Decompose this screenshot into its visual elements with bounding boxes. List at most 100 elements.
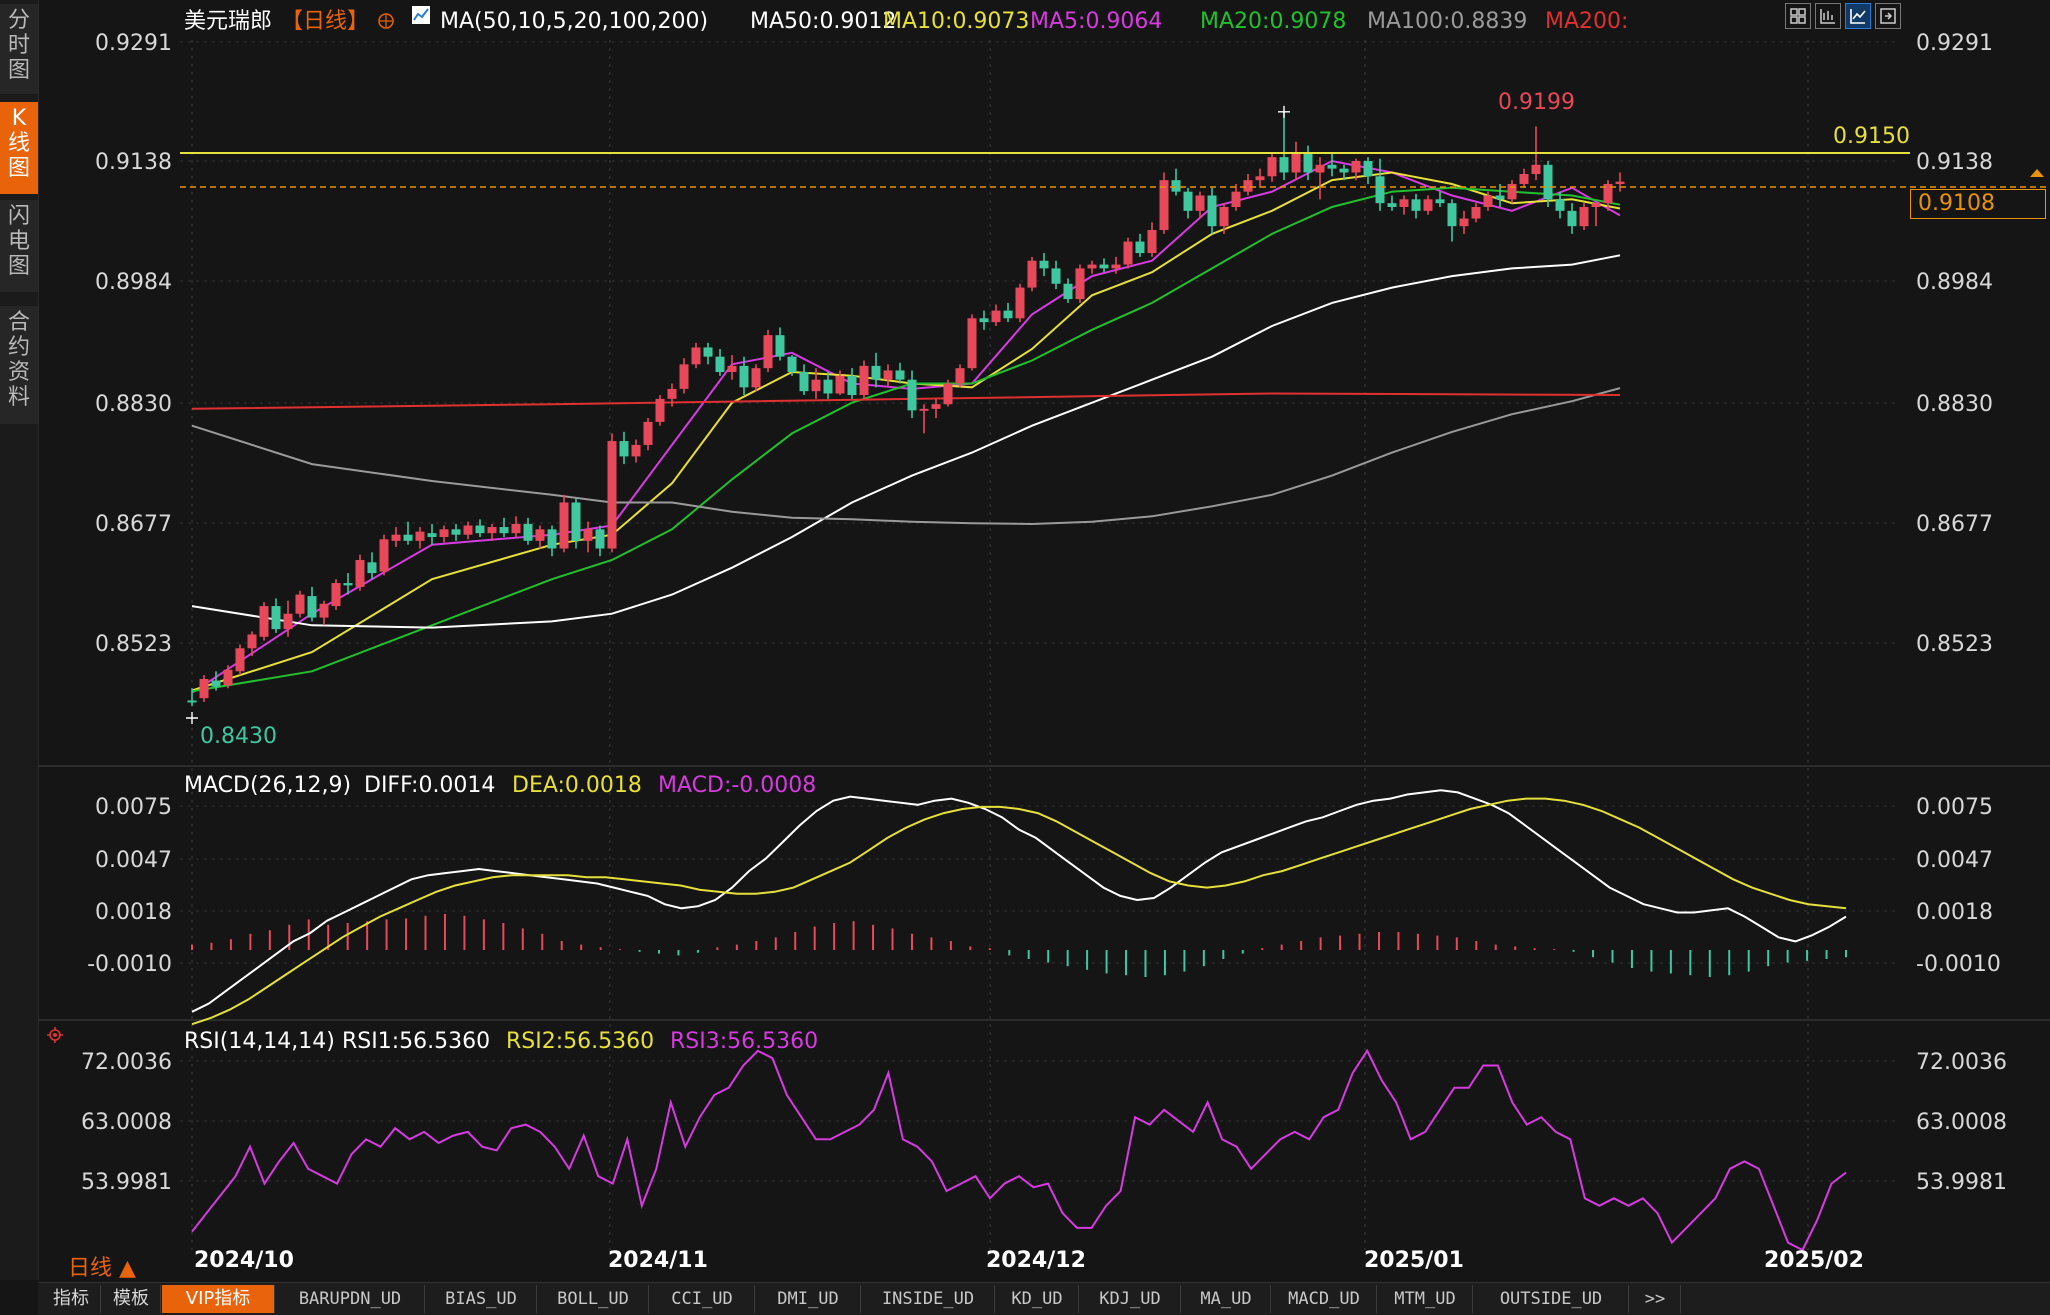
candle-body xyxy=(223,669,233,686)
candle-body xyxy=(1579,207,1589,227)
candle-body xyxy=(511,523,521,534)
candle-body xyxy=(1099,264,1109,269)
price-axis-left-2: 0.8984 xyxy=(95,270,172,295)
candle-body xyxy=(1399,199,1409,207)
candle-body xyxy=(955,368,965,384)
candle-body xyxy=(1279,157,1289,173)
candle-body xyxy=(1495,195,1505,200)
candle-body xyxy=(883,370,893,380)
line-chart-icon[interactable] xyxy=(1845,3,1871,29)
grid-icon[interactable] xyxy=(1785,3,1811,29)
indicator-tab-6[interactable]: CCI_UD xyxy=(650,1285,755,1313)
candle-body xyxy=(1123,241,1133,265)
sidebar-tab-2[interactable]: 闪电图 xyxy=(0,200,38,292)
sidebar-tab-0[interactable]: 分时图 xyxy=(0,4,38,94)
rsi-axis-left-2: 53.9981 xyxy=(81,1170,172,1195)
candle-body xyxy=(1255,176,1265,181)
price-axis-right-4: 0.8677 xyxy=(1916,512,1993,537)
indicator-tab-13[interactable]: MTM_UD xyxy=(1378,1285,1473,1313)
indicator-tab-7[interactable]: DMI_UD xyxy=(756,1285,861,1313)
candle-body xyxy=(547,529,557,549)
rsi-title: RSI(14,14,14) xyxy=(184,1029,335,1054)
candle-body xyxy=(571,502,581,541)
candle-body xyxy=(1243,180,1253,192)
candle-body xyxy=(727,365,737,372)
candle-body xyxy=(211,680,221,687)
candle-body xyxy=(823,379,833,394)
indicator-tab-10[interactable]: KDJ_UD xyxy=(1080,1285,1181,1313)
price-marker-icon xyxy=(2030,169,2044,177)
indicator-tab-4[interactable]: BIAS_UD xyxy=(426,1285,537,1313)
candle-body xyxy=(1447,203,1457,227)
candle-body xyxy=(463,525,473,535)
candle-body xyxy=(775,335,785,357)
candle-body xyxy=(595,529,605,549)
candle-body xyxy=(343,583,353,586)
candle-body xyxy=(1267,157,1277,177)
ma-line-ma5 xyxy=(191,159,1621,694)
indicator-tab-3[interactable]: BARUPDN_UD xyxy=(276,1285,425,1313)
candle-body xyxy=(847,375,857,396)
indicator-tab-5[interactable]: BOLL_UD xyxy=(538,1285,649,1313)
indicator-tab-12[interactable]: MACD_UD xyxy=(1272,1285,1377,1313)
candle-body xyxy=(763,335,773,369)
price-axis-right-2: 0.8984 xyxy=(1916,270,1993,295)
candle-body xyxy=(655,398,665,422)
candle-body xyxy=(799,372,809,392)
indicator-tab-0[interactable]: 指标 xyxy=(42,1285,101,1313)
candle-body xyxy=(643,421,653,445)
candle-body xyxy=(991,310,1001,323)
candle-body xyxy=(871,365,881,380)
candle-body xyxy=(1531,164,1541,174)
sidebar-tab-1[interactable]: K线图 xyxy=(0,102,38,194)
add-indicator-icon-cross xyxy=(380,15,392,27)
period-selector[interactable]: 日线 ▲ xyxy=(68,1250,136,1282)
candle-body xyxy=(1051,268,1061,284)
candle-body xyxy=(1423,199,1433,211)
candle-body xyxy=(1111,264,1121,269)
price-axis-right-3: 0.8830 xyxy=(1916,392,1993,417)
legend-item-5: MA5:0.9064 xyxy=(1030,9,1162,34)
indicator-tab-9[interactable]: KD_UD xyxy=(996,1285,1079,1313)
macd-axis-left-1: 0.0047 xyxy=(95,848,172,873)
candle-body xyxy=(379,539,389,572)
candle-body xyxy=(943,383,953,405)
indicator-tab-8[interactable]: INSIDE_UD xyxy=(862,1285,995,1313)
candle-body xyxy=(295,594,305,614)
candle-body xyxy=(679,364,689,389)
date-label-4: 2025/02 xyxy=(1764,1248,1864,1273)
price-axis-left-0: 0.9291 xyxy=(95,31,172,56)
candle-body xyxy=(1039,260,1049,269)
indicator-tab-1[interactable]: 模板 xyxy=(102,1285,161,1313)
rsi-axis-right-2: 53.9981 xyxy=(1916,1170,2007,1195)
ma-line-ma200 xyxy=(191,392,1621,410)
candle-body xyxy=(1171,180,1181,192)
sidebar-tab-3[interactable]: 合约资料 xyxy=(0,306,38,424)
macd-axis-right-2: 0.0018 xyxy=(1916,900,1993,925)
candle-body xyxy=(1471,207,1481,219)
indicator-tab-11[interactable]: MA_UD xyxy=(1182,1285,1271,1313)
candle-body xyxy=(979,318,989,323)
candle-body xyxy=(895,370,905,380)
ma-line-ma100 xyxy=(191,387,1621,526)
candle-body xyxy=(235,648,245,672)
candle-body xyxy=(583,529,593,541)
candle-body xyxy=(631,444,641,457)
candle-body xyxy=(319,603,329,618)
candle-body xyxy=(355,560,365,587)
indicator-tab-15[interactable]: >> xyxy=(1630,1285,1681,1313)
legend-item-4: MA10:0.9073 xyxy=(883,9,1029,34)
macd-hist-value: MACD:-0.0008 xyxy=(658,773,816,798)
candle-body xyxy=(1387,203,1397,207)
indicator-settings-icon[interactable] xyxy=(46,1026,64,1044)
indicator-tab-2[interactable]: VIP指标 xyxy=(162,1285,275,1313)
chart-panel-icon[interactable] xyxy=(1815,3,1841,29)
macd-axis-right-3: -0.0010 xyxy=(1916,952,2001,977)
candle-body xyxy=(1555,199,1565,211)
maximize-icon[interactable] xyxy=(1875,3,1901,29)
indicator-tab-14[interactable]: OUTSIDE_UD xyxy=(1474,1285,1629,1313)
rsi1-value: RSI1:56.5360 xyxy=(342,1029,490,1054)
candle-body xyxy=(391,534,401,541)
candle-body xyxy=(919,408,929,411)
candle-body xyxy=(247,634,257,649)
